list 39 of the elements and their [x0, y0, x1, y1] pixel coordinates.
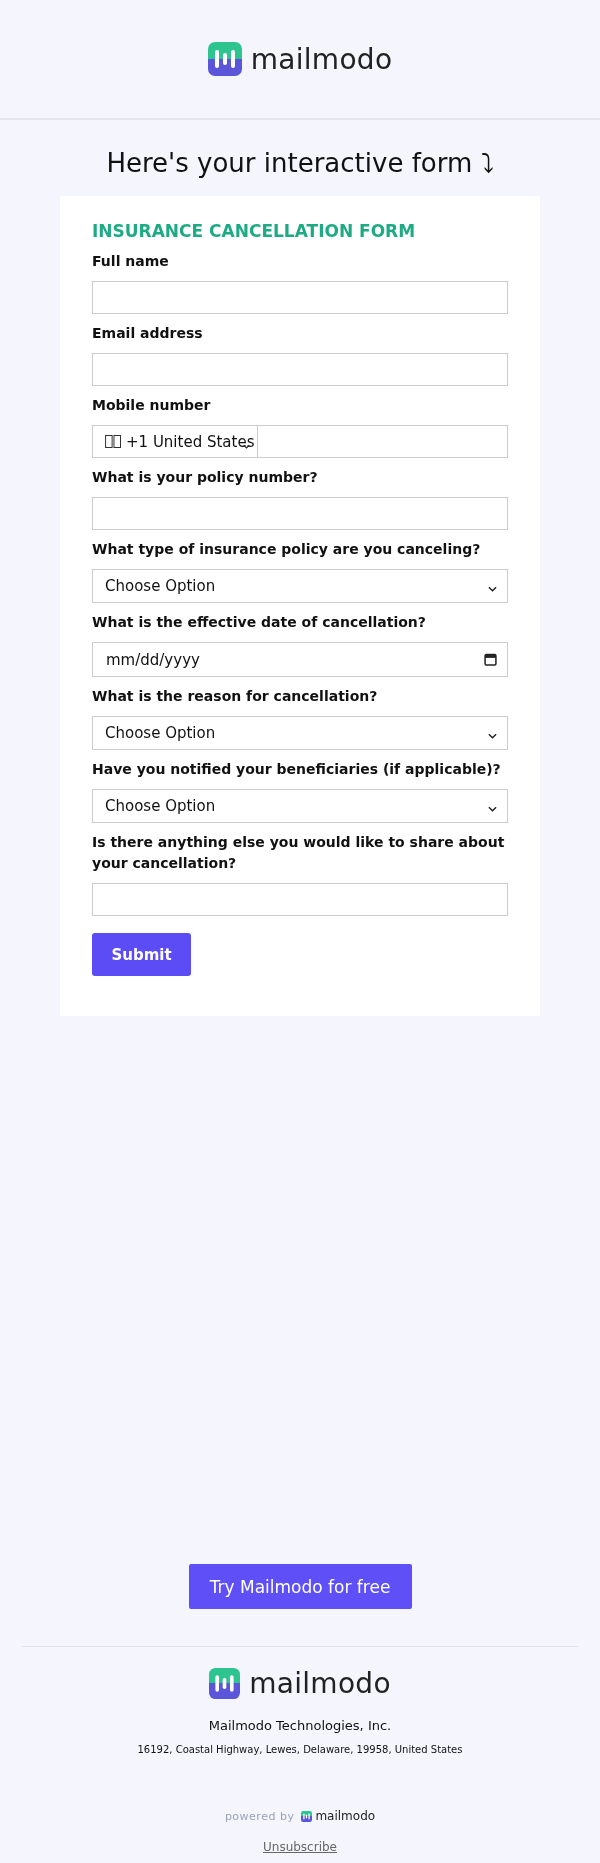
date-field[interactable]: mm/dd/yyyy — [92, 642, 508, 677]
field-label: Is there anything else you would like to share about your cancellation? — [92, 833, 506, 873]
field-label: Have you notified your beneficiaries (if applicable)? — [92, 760, 502, 779]
input-field[interactable] — [92, 353, 508, 386]
logo-icon — [207, 42, 242, 76]
logo-icon — [301, 1810, 313, 1822]
company-name: Mailmodo Technologies, Inc. — [208, 1717, 392, 1735]
page-title: Here's your interactive form ⤵ — [105, 147, 495, 180]
country-select[interactable]: +1 United States — [92, 425, 258, 458]
flag-icon — [105, 435, 122, 448]
field-label: What is the effective date of cancellation? — [92, 613, 427, 632]
dropdown[interactable]: Choose Option — [92, 716, 508, 750]
unsubscribe-link[interactable]: Unsubscribe — [263, 1840, 337, 1854]
brand-name: mailmodo — [250, 42, 393, 76]
chevron-icon — [488, 586, 497, 592]
phone-input[interactable] — [258, 425, 508, 458]
chevron-icon — [243, 444, 250, 449]
chevron-icon — [488, 733, 497, 739]
field-label: What is your policy number? — [92, 468, 319, 487]
input-field[interactable] — [92, 883, 508, 916]
logo-icon — [209, 1668, 241, 1699]
brand-name: mailmodo — [315, 1809, 376, 1823]
try-free-button[interactable]: Try Mailmodo for free — [188, 1564, 412, 1609]
powered-by-text: powered by — [224, 1809, 295, 1823]
field-label: Mobile number — [92, 396, 212, 415]
dropdown[interactable]: Choose Option — [92, 569, 508, 603]
form-heading: INSURANCE CANCELLATION FORM — [92, 220, 417, 242]
field-label: Full name — [92, 252, 170, 271]
input-field[interactable] — [92, 281, 508, 314]
field-label: What is the reason for cancellation? — [92, 687, 379, 706]
field-label: Email address — [92, 324, 204, 343]
calendar-icon — [484, 653, 497, 666]
company-address: 16192, Coastal Highway, Lewes, Delaware, 19958, United States — [137, 1743, 463, 1757]
field-label: What type of insurance policy are you canceling? — [92, 540, 482, 559]
dropdown[interactable]: Choose Option — [92, 789, 508, 823]
submit-button[interactable]: Submit — [92, 933, 191, 976]
brand-name: mailmodo — [249, 1667, 391, 1700]
input-field[interactable] — [92, 497, 508, 530]
chevron-icon — [488, 806, 497, 812]
